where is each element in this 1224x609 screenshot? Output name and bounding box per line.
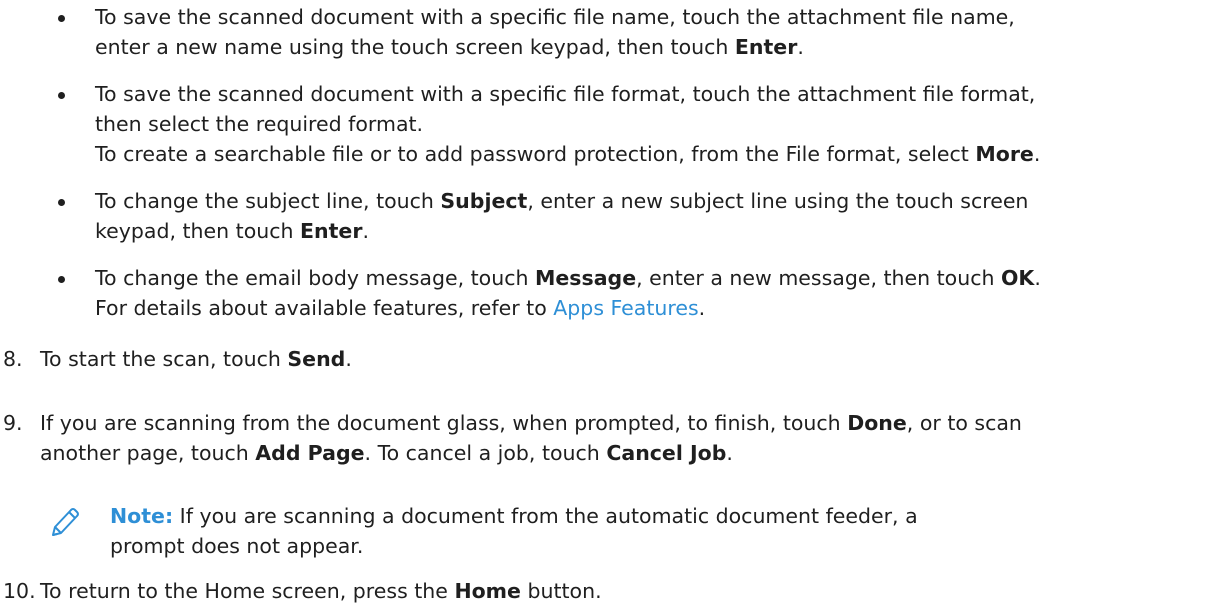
bold-term-add-page: Add Page <box>255 441 365 465</box>
text-span: then select the required format. <box>95 112 424 136</box>
text-span: To return to the Home screen, press the <box>40 579 455 603</box>
list-item: To save the scanned document with a spec… <box>58 79 1218 173</box>
list-item-text: To change the email body message, touch … <box>95 263 1220 323</box>
text-span: . <box>1034 266 1041 290</box>
text-span: . <box>726 441 733 465</box>
list-item-text: To save the scanned document with a spec… <box>95 79 1220 169</box>
text-span: To create a searchable file or to add pa… <box>95 142 976 166</box>
apps-features-link[interactable]: Apps Features <box>553 296 698 320</box>
text-span: To change the email body message, touch <box>95 266 535 290</box>
text-span: . To cancel a job, touch <box>364 441 607 465</box>
note-text: Note: If you are scanning a document fro… <box>110 501 1200 561</box>
text-span: If you are scanning from the document gl… <box>40 411 848 435</box>
list-item: To change the email body message, touch … <box>58 263 1218 327</box>
text-span: . <box>698 296 706 320</box>
text-span: . <box>345 347 352 371</box>
list-item-text: To save the scanned document with a spec… <box>95 2 1220 62</box>
note-callout: Note: If you are scanning a document fro… <box>40 501 1210 565</box>
step-text: If you are scanning from the document gl… <box>40 408 1220 468</box>
document-page: To save the scanned document with a spec… <box>0 0 1224 609</box>
step-number: 10. <box>3 579 36 603</box>
list-item-text: To change the subject line, touch Subjec… <box>95 186 1220 246</box>
step-number: 9. <box>3 411 23 435</box>
bold-term-message: Message <box>535 266 637 290</box>
bold-term-cancel-job: Cancel Job <box>606 441 727 465</box>
bold-term-send: Send <box>287 347 346 371</box>
bold-term-ok: OK <box>1001 266 1035 290</box>
text-span: . <box>797 35 804 59</box>
text-span: . <box>1033 142 1041 166</box>
text-span: To change the subject line, touch <box>95 189 441 213</box>
text-span: enter a new name using the touch screen … <box>95 35 735 59</box>
text-span: , or to scan <box>906 411 1022 435</box>
text-span: button. <box>520 579 602 603</box>
bullet-dot <box>58 276 65 283</box>
text-span: To save the scanned document with a spec… <box>95 5 1015 29</box>
step-number: 8. <box>3 347 23 371</box>
bullet-dot <box>58 15 65 22</box>
bold-term-enter: Enter <box>734 35 798 59</box>
pencil-icon <box>48 505 80 539</box>
text-span: , enter a new message, then touch <box>636 266 1001 290</box>
text-span: To start the scan, touch <box>40 347 288 371</box>
bold-term-done: Done <box>847 411 907 435</box>
numbered-step: 8. To start the scan, touch Send. <box>3 344 1218 376</box>
bold-term-home: Home <box>454 579 521 603</box>
note-label: Note: <box>110 504 174 528</box>
numbered-step: 10. To return to the Home screen, press … <box>3 576 1218 608</box>
numbered-step: 9. If you are scanning from the document… <box>3 408 1218 472</box>
text-span: another page, touch <box>40 441 256 465</box>
text-span: , enter a new subject line using the tou… <box>527 189 1029 213</box>
bullet-dot <box>58 92 65 99</box>
step-text: To return to the Home screen, press the … <box>40 576 1220 606</box>
step-text: To start the scan, touch Send. <box>40 344 1220 374</box>
list-item: To save the scanned document with a spec… <box>58 2 1218 66</box>
text-span: prompt does not appear. <box>110 534 364 558</box>
bold-term-enter: Enter <box>300 219 363 243</box>
text-span: keypad, then touch <box>95 219 301 243</box>
bullet-dot <box>58 199 65 206</box>
text-span: To save the scanned document with a spec… <box>95 82 1036 106</box>
text-span: For details about available features, re… <box>95 296 554 320</box>
bold-term-subject: Subject <box>440 189 528 213</box>
text-span: If you are scanning a document from the … <box>173 504 918 528</box>
bold-term-more: More <box>975 142 1034 166</box>
list-item: To change the subject line, touch Subjec… <box>58 186 1218 250</box>
text-span: . <box>362 219 369 243</box>
